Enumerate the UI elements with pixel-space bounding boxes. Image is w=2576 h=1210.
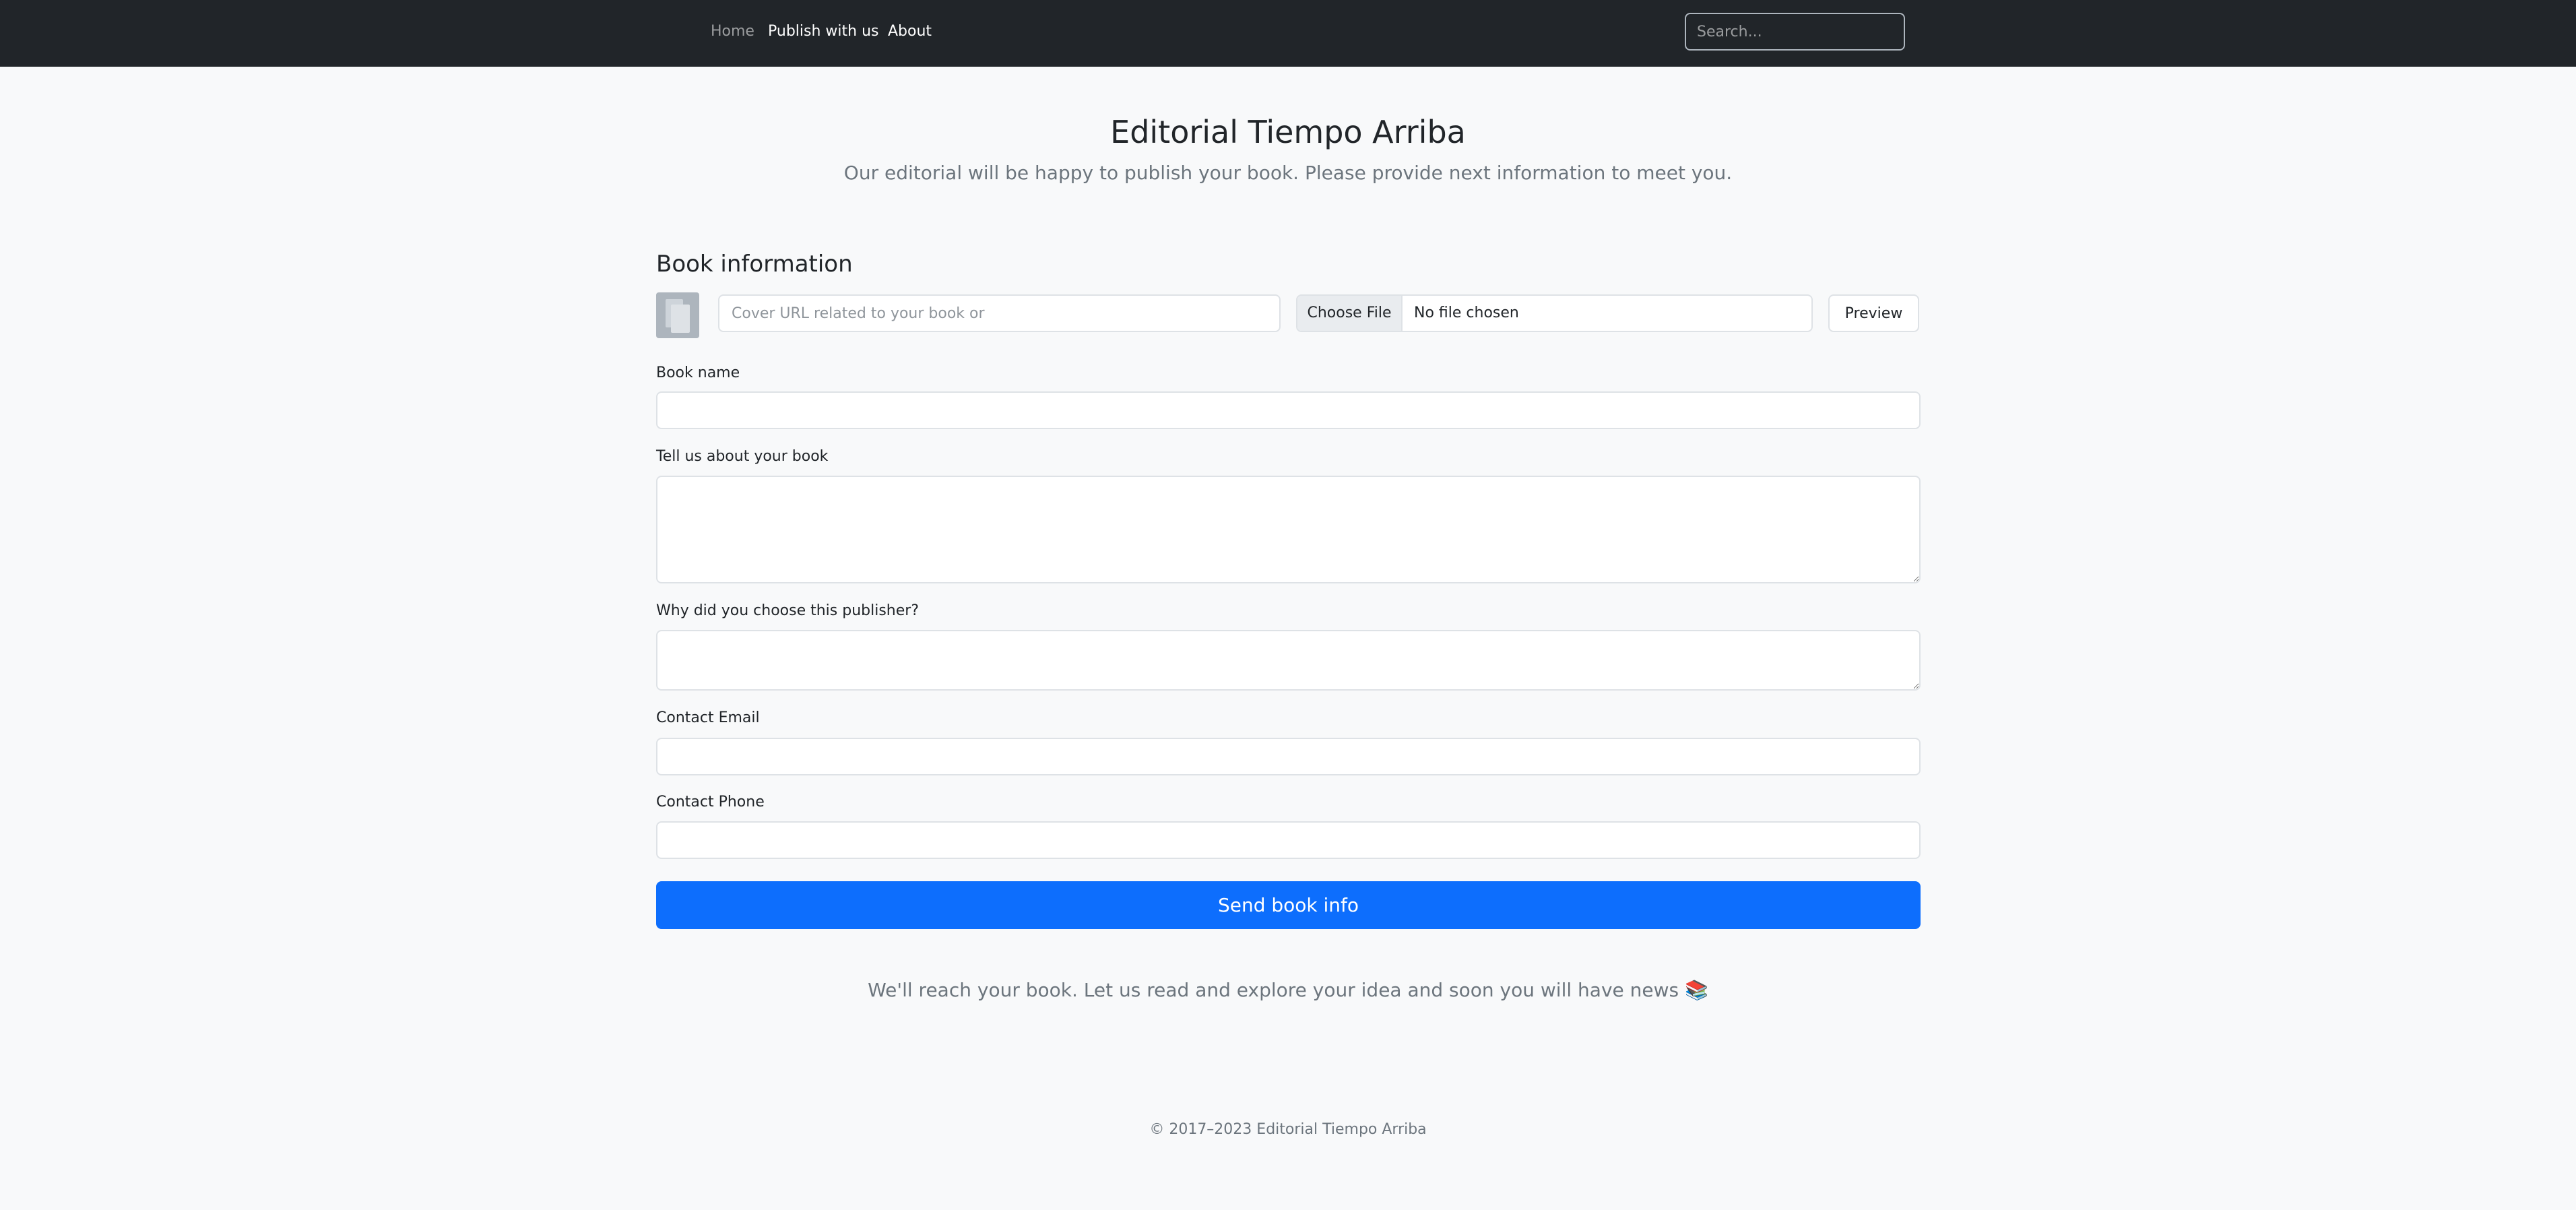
why-publisher-textarea[interactable] xyxy=(656,630,1921,691)
about-book-label: Tell us about your book xyxy=(656,448,829,465)
preview-button[interactable]: Preview xyxy=(1828,294,1919,332)
footer-copyright: © 2017–2023 Editorial Tiempo Arriba xyxy=(1149,1121,1427,1138)
book-cover-placeholder-icon xyxy=(656,292,699,338)
search-input[interactable] xyxy=(1685,13,1905,51)
why-publisher-label: Why did you choose this publisher? xyxy=(656,602,920,619)
section-title-book-information: Book information xyxy=(656,251,853,278)
book-name-input[interactable] xyxy=(656,391,1921,429)
file-status-text: No file chosen xyxy=(1414,305,1519,321)
nav-link-home[interactable]: Home xyxy=(711,22,754,42)
book-name-label: Book name xyxy=(656,364,740,381)
page-subtitle: Our editorial will be happy to publish y… xyxy=(843,162,1733,184)
page-title: Editorial Tiempo Arriba xyxy=(1110,114,1466,150)
nav-link-about[interactable]: About xyxy=(888,22,932,42)
choose-file-button[interactable]: Choose File xyxy=(1297,296,1403,331)
cover-url-input[interactable] xyxy=(718,294,1281,332)
contact-email-label: Contact Email xyxy=(656,709,760,726)
send-book-info-button[interactable]: Send book info xyxy=(656,881,1921,929)
top-navbar: Home Publish with us About xyxy=(0,0,2576,67)
nav-link-publish[interactable]: Publish with us xyxy=(768,22,878,42)
contact-phone-input[interactable] xyxy=(656,821,1921,859)
about-book-textarea[interactable] xyxy=(656,476,1921,583)
cover-page-front xyxy=(671,305,690,333)
cover-file-input[interactable]: Choose File No file chosen xyxy=(1296,294,1813,332)
contact-phone-label: Contact Phone xyxy=(656,794,765,810)
contact-email-input[interactable] xyxy=(656,738,1921,775)
closing-message: We'll reach your book. Let us read and e… xyxy=(868,979,1708,1001)
